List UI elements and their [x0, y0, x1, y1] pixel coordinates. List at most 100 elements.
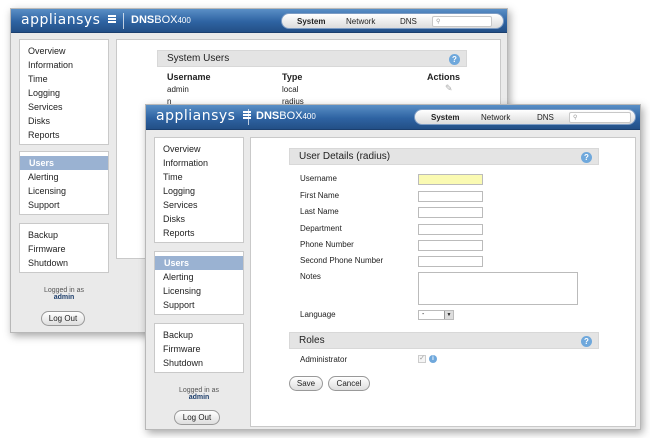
nav-dns[interactable]: DNS [537, 113, 554, 122]
front-window: appliansys DNSBOX400 System Network DNS … [145, 104, 641, 430]
logout-button[interactable]: Log Out [174, 410, 220, 425]
product-name: DNSBOX400 [131, 14, 191, 26]
sidebar-item-logging[interactable]: Logging [155, 184, 243, 198]
logged-in-label: Logged in as [178, 387, 220, 394]
search-icon: ⚲ [436, 19, 441, 25]
sidebar-item-alerting[interactable]: Alerting [155, 270, 243, 284]
sidebar-users: Users Alerting Licensing Support [154, 251, 244, 315]
nav-network[interactable]: Network [346, 17, 375, 26]
roles-header: Roles ? [289, 332, 599, 349]
col-header-type: Type [282, 72, 303, 82]
user-details-header: User Details (radius) ? [289, 148, 599, 165]
help-icon[interactable]: ? [449, 54, 460, 65]
search-input[interactable]: ⚲ [569, 112, 631, 123]
sidebar-item-support[interactable]: Support [155, 298, 243, 312]
sidebar-item-reports[interactable]: Reports [20, 128, 108, 142]
phone-field[interactable] [418, 240, 483, 251]
department-label: Department [300, 224, 342, 233]
brand-logo: appliansys [156, 108, 252, 124]
first-name-label: First Name [300, 191, 340, 200]
info-icon[interactable]: i [429, 355, 437, 363]
edit-icon[interactable]: ✎ [445, 83, 455, 94]
sidebar-item-services[interactable]: Services [20, 100, 108, 114]
logged-in-user: admin [188, 394, 210, 401]
logged-in-info: Logged in as admin [19, 287, 109, 301]
sidebar-item-logging[interactable]: Logging [20, 86, 108, 100]
nav-system[interactable]: System [431, 113, 459, 122]
sidebar-main: Overview Information Time Logging Servic… [154, 137, 244, 243]
nav-network[interactable]: Network [481, 113, 510, 122]
sidebar-item-support[interactable]: Support [20, 198, 108, 212]
user-details-title: User Details (radius) [299, 151, 391, 162]
sidebar-item-firmware[interactable]: Firmware [155, 342, 243, 356]
notes-textarea[interactable] [418, 272, 578, 305]
table-cell-username[interactable]: admin [167, 85, 189, 94]
sidebar-item-shutdown[interactable]: Shutdown [20, 256, 108, 270]
logged-in-info: Logged in as admin [154, 387, 244, 401]
chevron-down-icon[interactable]: ▼ [444, 311, 453, 319]
logo-text: appliansys [21, 12, 101, 28]
logo-bars-icon [108, 14, 117, 24]
sidebar-item-licensing[interactable]: Licensing [155, 284, 243, 298]
table-cell-type: local [282, 85, 299, 94]
last-name-field[interactable] [418, 207, 483, 218]
phone-label: Phone Number [300, 240, 354, 249]
sidebar-item-shutdown[interactable]: Shutdown [155, 356, 243, 370]
logged-in-label: Logged in as [43, 287, 85, 294]
sidebar-system: Backup Firmware Shutdown [154, 323, 244, 373]
sidebar-item-information[interactable]: Information [155, 156, 243, 170]
col-header-actions: Actions [427, 72, 461, 82]
search-icon: ⚲ [573, 115, 578, 121]
nav-system[interactable]: System [297, 17, 325, 26]
sidebar-users: Users Alerting Licensing Support [19, 151, 109, 215]
save-button[interactable]: Save [289, 376, 323, 391]
sidebar-item-disks[interactable]: Disks [20, 114, 108, 128]
sidebar-main: Overview Information Time Logging Servic… [19, 39, 109, 145]
sidebar-item-backup[interactable]: Backup [20, 228, 108, 242]
sidebar-item-disks[interactable]: Disks [155, 212, 243, 226]
section-header: System Users ? [157, 50, 467, 67]
sidebar-item-licensing[interactable]: Licensing [20, 184, 108, 198]
administrator-label: Administrator [300, 355, 348, 364]
sidebar-item-reports[interactable]: Reports [155, 226, 243, 240]
sidebar-item-users[interactable]: Users [20, 156, 108, 170]
app-header: appliansys DNSBOX400 System Network DNS … [11, 9, 507, 33]
sidebar-item-alerting[interactable]: Alerting [20, 170, 108, 184]
user-details-form: User Details (radius) ? Username First N… [250, 137, 636, 427]
col-header-username: Username [167, 72, 211, 82]
app-header: appliansys DNSBOX400 System Network DNS … [146, 105, 640, 130]
sidebar-item-firmware[interactable]: Firmware [20, 242, 108, 256]
phone2-field[interactable] [418, 256, 483, 267]
top-nav: System Network DNS ⚲ [281, 13, 504, 29]
notes-label: Notes [300, 272, 321, 281]
username-label: Username [300, 174, 337, 183]
header-divider [123, 13, 124, 29]
username-field[interactable] [418, 174, 483, 185]
sidebar-item-overview[interactable]: Overview [20, 44, 108, 58]
administrator-checkbox[interactable]: ✓ [418, 355, 426, 363]
sidebar-item-information[interactable]: Information [20, 58, 108, 72]
language-value: - [422, 311, 425, 318]
header-divider [248, 109, 249, 125]
cancel-button[interactable]: Cancel [328, 376, 370, 391]
department-field[interactable] [418, 224, 483, 235]
first-name-field[interactable] [418, 191, 483, 202]
sidebar-item-time[interactable]: Time [155, 170, 243, 184]
nav-dns[interactable]: DNS [400, 17, 417, 26]
sidebar-item-time[interactable]: Time [20, 72, 108, 86]
help-icon[interactable]: ? [581, 152, 592, 163]
top-nav: System Network DNS ⚲ [414, 109, 636, 125]
phone2-label: Second Phone Number [300, 256, 384, 265]
sidebar-item-overview[interactable]: Overview [155, 142, 243, 156]
sidebar-item-services[interactable]: Services [155, 198, 243, 212]
sidebar-item-users[interactable]: Users [155, 256, 243, 270]
last-name-label: Last Name [300, 207, 339, 216]
logout-button[interactable]: Log Out [41, 311, 85, 326]
logo-text: appliansys [156, 108, 236, 124]
language-select[interactable]: - ▼ [418, 310, 454, 320]
help-icon[interactable]: ? [581, 336, 592, 347]
language-label: Language [300, 310, 336, 319]
search-input[interactable]: ⚲ [432, 16, 492, 27]
section-title: System Users [167, 53, 230, 64]
sidebar-item-backup[interactable]: Backup [155, 328, 243, 342]
